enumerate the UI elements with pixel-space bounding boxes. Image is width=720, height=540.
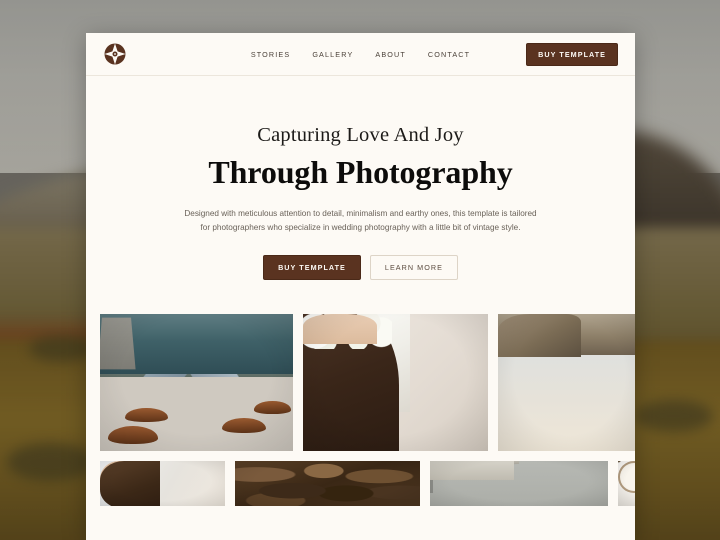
hero-buy-template-button[interactable]: BUY TEMPLATE [263,254,361,280]
photo-layer-bride-shoulder [303,313,377,344]
photo-bride-portrait[interactable] [100,460,225,506]
gallery-row-primary [100,313,635,451]
hero-description: Designed with meticulous attention to de… [184,209,537,233]
photo-layer-boat [107,425,158,444]
photo-building-lamp[interactable] [430,460,608,506]
photo-wedding-couple[interactable] [303,313,488,451]
gallery-row-secondary [100,460,635,506]
hero-title: Through Photography [208,153,513,190]
nav-link-gallery[interactable]: GALLERY [312,50,353,59]
photo-layer-dock [100,317,136,370]
photo-coastal-shore[interactable] [498,313,635,451]
nav-link-stories[interactable]: STORIES [251,50,290,59]
photo-layer-boat [125,408,168,422]
site-header: STORIES GALLERY ABOUT CONTACT BUY TEMPLA… [86,33,635,76]
photo-layer-hair [100,460,160,506]
nav-link-about[interactable]: ABOUT [375,50,406,59]
website-preview-panel: STORIES GALLERY ABOUT CONTACT BUY TEMPLA… [86,33,635,540]
photo-alpine-lake-boats[interactable] [100,313,293,451]
photo-layer-bark [235,460,420,506]
hero-section: Capturing Love And Joy Through Photograp… [86,76,635,280]
compass-star-logo-icon[interactable] [103,42,127,66]
photo-gallery [86,280,635,506]
photo-layer-boat [221,417,266,433]
header-buy-template-button[interactable]: BUY TEMPLATE [526,42,618,66]
hero-action-buttons: BUY TEMPLATE LEARN MORE [86,254,635,280]
photo-layer-rocks [498,313,581,358]
photo-bark-texture[interactable] [235,460,420,506]
photo-layer-boat [254,401,292,414]
photo-wall-clock[interactable] [618,460,635,506]
photo-layer-building [430,460,514,481]
hero-eyebrow-text: Capturing Love And Joy [257,124,464,146]
nav-link-contact[interactable]: CONTACT [428,50,470,59]
hero-learn-more-button[interactable]: LEARN MORE [369,254,458,280]
